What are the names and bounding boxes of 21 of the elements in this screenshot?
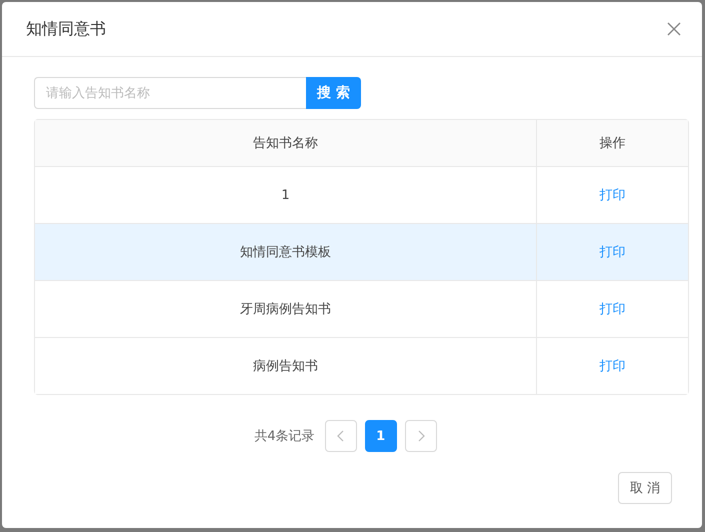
search-button[interactable]: 搜 索 (306, 77, 361, 109)
column-header: 告知书名称 (253, 135, 318, 152)
close-button[interactable] (666, 21, 682, 37)
cancel-button[interactable]: 取 消 (618, 472, 672, 504)
table-cell-text: 病例告知书 (253, 358, 318, 375)
previous-page-button[interactable] (324, 420, 357, 452)
chevron-left-icon (336, 430, 345, 442)
print-link[interactable]: 打印 (600, 243, 626, 261)
total-records: 共4条记录 (254, 428, 315, 445)
search-field[interactable]: 请输入告知书名称 (34, 77, 306, 109)
print-link[interactable]: 打印 (600, 357, 626, 375)
dialog-title: 知情同意书 (26, 18, 106, 40)
next-page-button[interactable] (404, 420, 437, 452)
table-cell: 1 (281, 188, 290, 202)
table-cell-text: 牙周病例告知书 (240, 301, 331, 318)
print-link[interactable]: 打印 (600, 300, 626, 318)
column-header: 操作 (600, 135, 626, 152)
chevron-right-icon (416, 430, 425, 442)
table-cell-text: 知情同意书模板 (240, 244, 331, 261)
page-button[interactable]: 1 (364, 420, 397, 452)
print-link[interactable]: 打印 (600, 186, 626, 204)
